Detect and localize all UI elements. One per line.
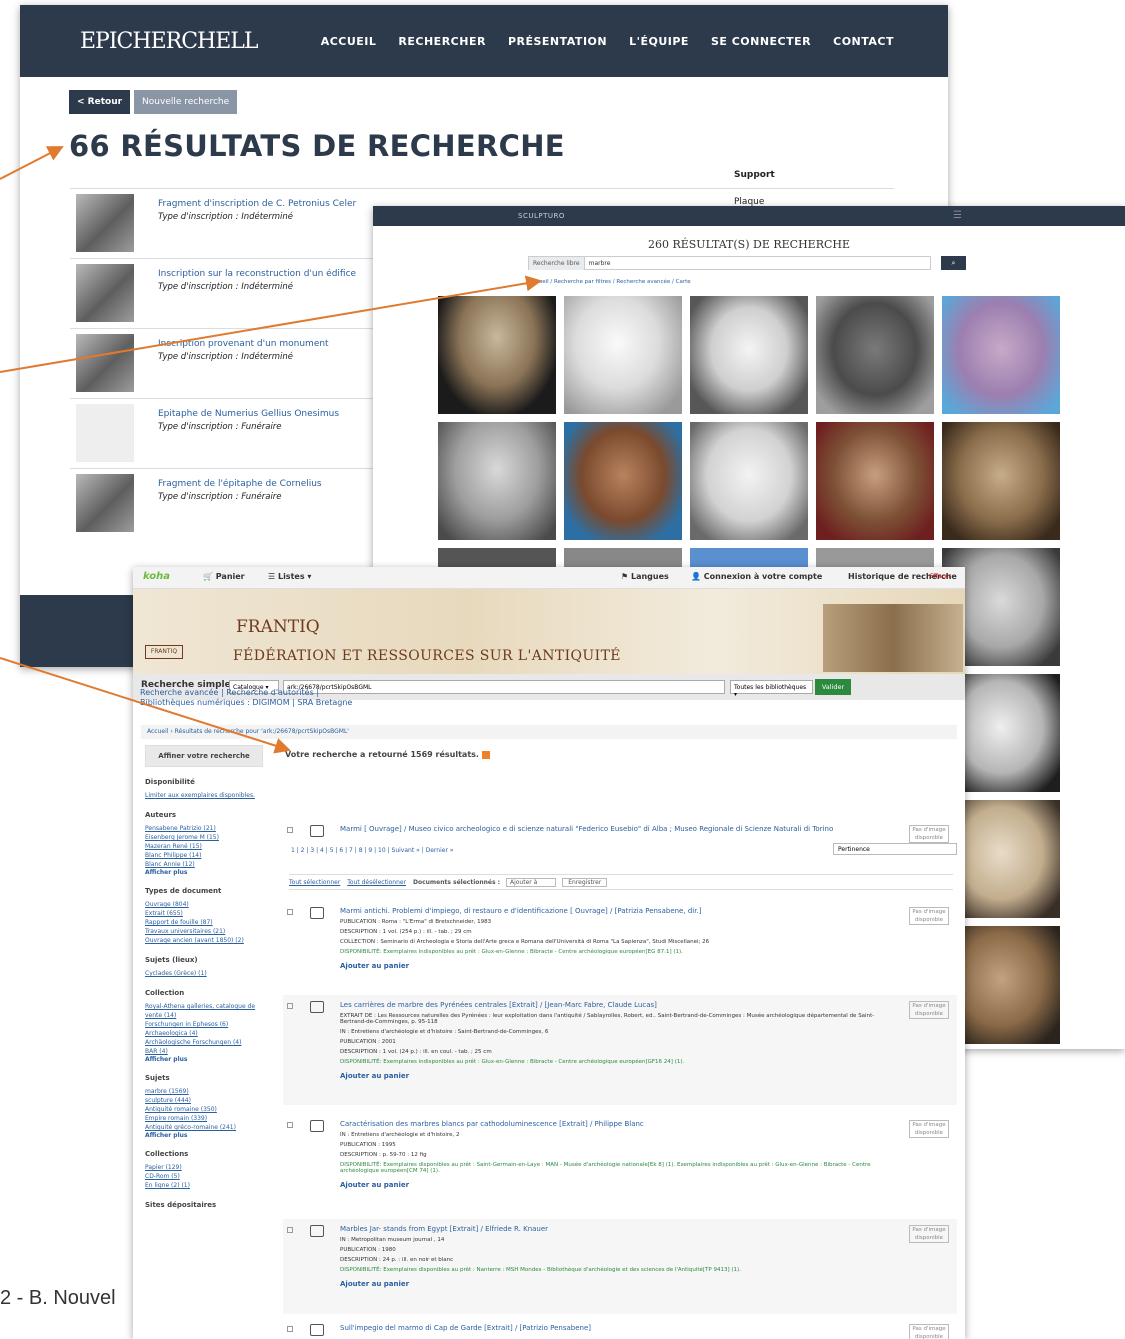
annotation-arrow	[0, 657, 291, 754]
slide-footer: 2 - B. Nouvel	[0, 1287, 116, 1309]
annotation-arrows	[0, 146, 542, 754]
annotation-arrow	[0, 275, 542, 373]
annotation-arrow	[0, 146, 64, 180]
